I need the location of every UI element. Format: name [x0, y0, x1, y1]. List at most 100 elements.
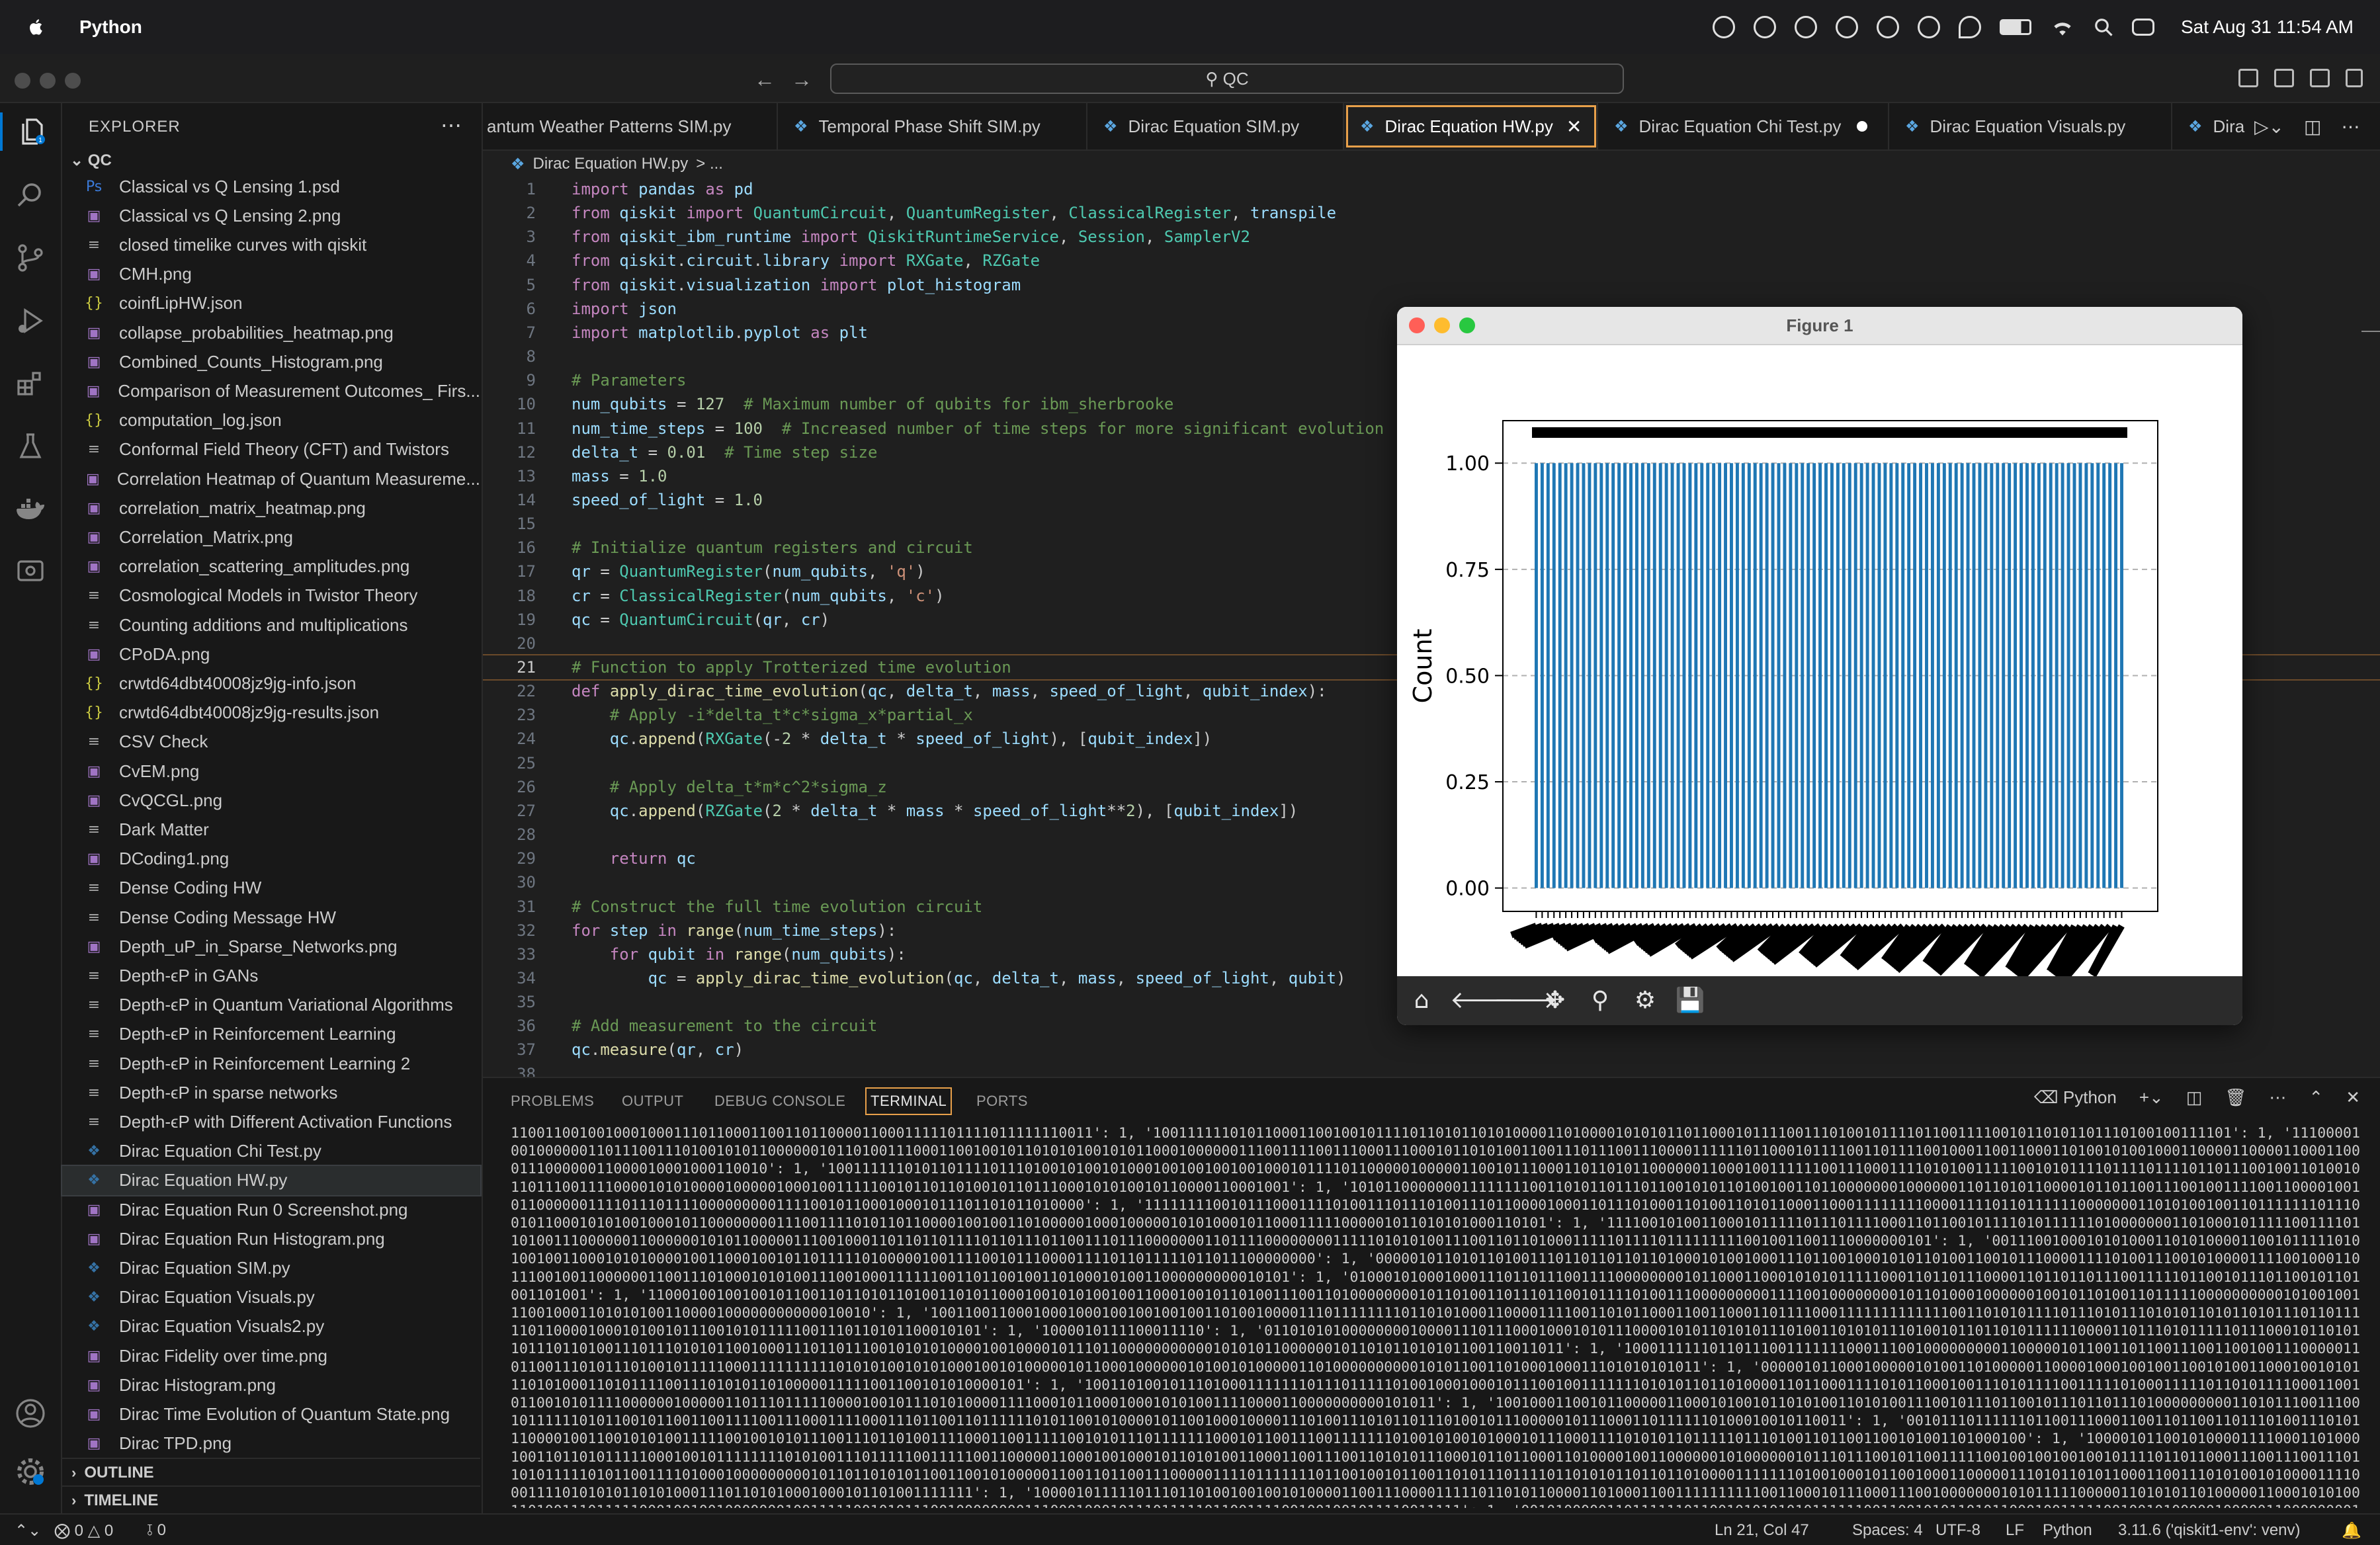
file-item[interactable]: ▣ Comparison of Measurement Outcomes_ Fir… — [62, 376, 480, 405]
file-item[interactable]: ≡ Conformal Field Theory (CFT) and Twisto… — [62, 435, 480, 464]
spotlight-search-icon[interactable] — [2094, 17, 2113, 37]
toggle-secondary-sidebar-icon[interactable] — [2310, 69, 2330, 87]
notifications-bell-icon[interactable]: 🔔 — [2342, 1521, 2361, 1540]
file-item[interactable]: ▣ CPoDA.png — [62, 640, 480, 669]
active-app-name[interactable]: Python — [79, 17, 142, 38]
tab-problems[interactable]: PROBLEMS — [511, 1093, 594, 1110]
window-zoom-button[interactable] — [65, 73, 81, 89]
remote-explorer-icon[interactable] — [11, 553, 50, 591]
run-and-debug-icon[interactable] — [11, 302, 50, 340]
file-item[interactable]: Ps Classical vs Q Lensing 1.psd — [62, 172, 480, 201]
code-line[interactable]: 5 from qiskit.visualization import plot_h… — [483, 273, 2380, 297]
zoom-magnifier-icon[interactable]: ⚲ — [1584, 985, 1617, 1016]
terminal-output[interactable]: 1100110010010001000111011000110011011000… — [511, 1124, 2363, 1508]
maximize-panel-icon[interactable]: ⌃ — [2309, 1087, 2323, 1108]
code-line[interactable]: 4 from qiskit.circuit.library import RXGa… — [483, 249, 2380, 272]
breadcrumb-file[interactable]: Dirac Equation HW.py — [533, 155, 689, 173]
forward-arrow-icon[interactable]: → — [791, 67, 812, 92]
indentation[interactable]: Spaces: 4 — [1852, 1521, 1923, 1540]
python-interpreter[interactable]: 3.11.6 ('qiskit1-env': venv) — [2118, 1521, 2301, 1540]
file-item[interactable]: ▣ CvQCGL.png — [62, 786, 480, 815]
file-item[interactable]: ≡ Depth-ϵP in sparse networks — [62, 1078, 480, 1107]
file-item[interactable]: {} crwtd64dbt40008jz9jg-info.json — [62, 669, 480, 698]
file-item[interactable]: ▣ Dirac Histogram.png — [62, 1370, 480, 1399]
code-line[interactable]: 3 from qiskit_ibm_runtime import QiskitRu… — [483, 225, 2380, 249]
file-item[interactable]: ▣ Classical vs Q Lensing 2.png — [62, 201, 480, 230]
status-menu-icon[interactable] — [1712, 16, 1735, 38]
file-item[interactable]: ≡ Dense Coding Message HW — [62, 903, 480, 932]
status-menu-icon[interactable] — [1835, 16, 1858, 38]
file-item[interactable]: ▣ CvEM.png — [62, 757, 480, 786]
file-item[interactable]: {} crwtd64dbt40008jz9jg-results.json — [62, 698, 480, 728]
file-item[interactable]: ▣ Correlation Heatmap of Quantum Measurem… — [62, 464, 480, 493]
file-item[interactable]: ▣ Dirac TPD.png — [62, 1429, 480, 1458]
accounts-icon[interactable] — [11, 1394, 50, 1433]
more-actions-icon[interactable]: ⋯ — [2269, 1087, 2286, 1108]
more-actions-icon[interactable]: ⋯ — [2341, 116, 2359, 138]
back-arrow-icon[interactable]: 🡐 — [1450, 985, 1514, 1016]
tab-dirac-equation-hw[interactable]: ❖ Dirac Equation HW.py ✕ — [1344, 103, 1598, 149]
file-item[interactable]: ❖ Dirac Equation SIM.py — [62, 1253, 480, 1282]
more-actions-icon[interactable]: ⋯ — [441, 112, 462, 138]
extensions-icon[interactable] — [11, 364, 50, 403]
status-menu-icon[interactable] — [1753, 16, 1776, 38]
battery-icon[interactable] — [1999, 19, 2031, 35]
tab-debug-console[interactable]: DEBUG CONSOLE — [714, 1093, 845, 1110]
file-item[interactable]: ▣ Dirac Equation Run 0 Screenshot.png — [62, 1195, 480, 1224]
file-item[interactable]: ▣ correlation_scattering_amplitudes.png — [62, 552, 480, 581]
file-item[interactable]: ▣ correlation_matrix_heatmap.png — [62, 493, 480, 522]
customize-layout-icon[interactable] — [2346, 69, 2363, 87]
file-item[interactable]: ▣ Dirac Time Evolution of Quantum State.p… — [62, 1399, 480, 1429]
file-item[interactable]: ≡ Dense Coding HW — [62, 874, 480, 903]
encoding[interactable]: UTF-8 — [1935, 1521, 1980, 1540]
status-menu-icon[interactable] — [1794, 16, 1817, 38]
file-item[interactable]: ▣ collapse_probabilities_heatmap.png — [62, 318, 480, 347]
terminal-profile[interactable]: ⌫ Python — [2034, 1087, 2117, 1108]
code-line[interactable]: 37 qc.measure(qr, cr) — [483, 1038, 2380, 1062]
tab-dirac-equation-chi-test[interactable]: ❖ Dirac Equation Chi Test.py — [1598, 103, 1889, 149]
file-item[interactable]: ≡ Depth-ϵP in GANs — [62, 961, 480, 990]
matplotlib-figure-window[interactable]: Figure 1 0.00 0.25 0.50 0.75 1.00 Count ⌂ 🡐 … — [1397, 307, 2242, 1025]
status-menu-icon[interactable] — [1917, 16, 1940, 38]
figure-zoom-button[interactable] — [1459, 317, 1475, 333]
window-minimize-button[interactable] — [40, 73, 56, 89]
home-icon[interactable]: ⌂ — [1405, 985, 1438, 1016]
file-item[interactable]: ≡ Depth-ϵP in Reinforcement Learning 2 — [62, 1049, 480, 1078]
outline-section[interactable]: › OUTLINE — [62, 1458, 480, 1487]
source-control-icon[interactable] — [11, 239, 50, 277]
code-line[interactable]: 1 import pandas as pd — [483, 177, 2380, 201]
figure-minimize-button[interactable] — [1434, 317, 1450, 333]
remote-indicator-icon[interactable]: ⌃⌄ — [15, 1521, 41, 1540]
menu-bar-clock[interactable]: Sat Aug 31 11:54 AM — [2181, 17, 2354, 38]
apple-logo-icon[interactable] — [26, 17, 46, 37]
close-tab-icon[interactable]: ✕ — [1566, 116, 1582, 138]
file-item[interactable]: ▣ Dirac Equation Run Histogram.png — [62, 1224, 480, 1253]
tab-dirac-overflow[interactable]: ❖ Dira — [2172, 103, 2245, 149]
configure-subplots-icon[interactable]: ⚙ — [1629, 985, 1662, 1016]
run-python-file-icon[interactable]: ▷⌄ — [2254, 116, 2284, 138]
code-line[interactable]: 38 — [483, 1062, 2380, 1077]
file-item[interactable]: {} coinfLipHW.json — [62, 289, 480, 318]
file-item[interactable]: ≡ Depth-ϵP in Reinforcement Learning — [62, 1020, 480, 1049]
file-item[interactable]: ≡ Depth-ϵP in Quantum Variational Algorit… — [62, 991, 480, 1020]
file-item[interactable]: ≡ Dark Matter — [62, 815, 480, 844]
file-item[interactable]: ❖ Dirac Equation Visuals.py — [62, 1283, 480, 1312]
docker-whale-icon[interactable] — [11, 490, 50, 528]
status-menu-icon[interactable] — [1876, 16, 1899, 38]
manage-gear-icon[interactable] — [11, 1452, 50, 1491]
testing-flask-icon[interactable] — [11, 427, 50, 466]
breadcrumb-symbols[interactable]: > ... — [696, 155, 723, 173]
tab-ports[interactable]: PORTS — [976, 1093, 1028, 1110]
new-terminal-icon[interactable]: +⌄ — [2139, 1087, 2164, 1108]
command-center-search[interactable]: ⚲ QC — [830, 63, 1624, 94]
timeline-section[interactable]: › TIMELINE — [62, 1485, 480, 1515]
file-item[interactable]: ≡ Cosmological Models in Twistor Theory — [62, 581, 480, 610]
workspace-folder-header[interactable]: ⌄ QC — [70, 151, 112, 170]
file-item[interactable]: ❖ Dirac Equation Visuals2.py — [62, 1312, 480, 1341]
file-item[interactable]: ▣ Correlation_Matrix.png — [62, 522, 480, 552]
trash-icon[interactable]: 🗑 — [2225, 1087, 2246, 1108]
tab-terminal[interactable]: TERMINAL — [865, 1087, 953, 1115]
toggle-panel-icon[interactable] — [2274, 69, 2294, 87]
forward-arrow-icon[interactable]: 🡒 — [1494, 985, 1558, 1016]
tab-dirac-equation-visuals[interactable]: ❖ Dirac Equation Visuals.py — [1889, 103, 2172, 149]
